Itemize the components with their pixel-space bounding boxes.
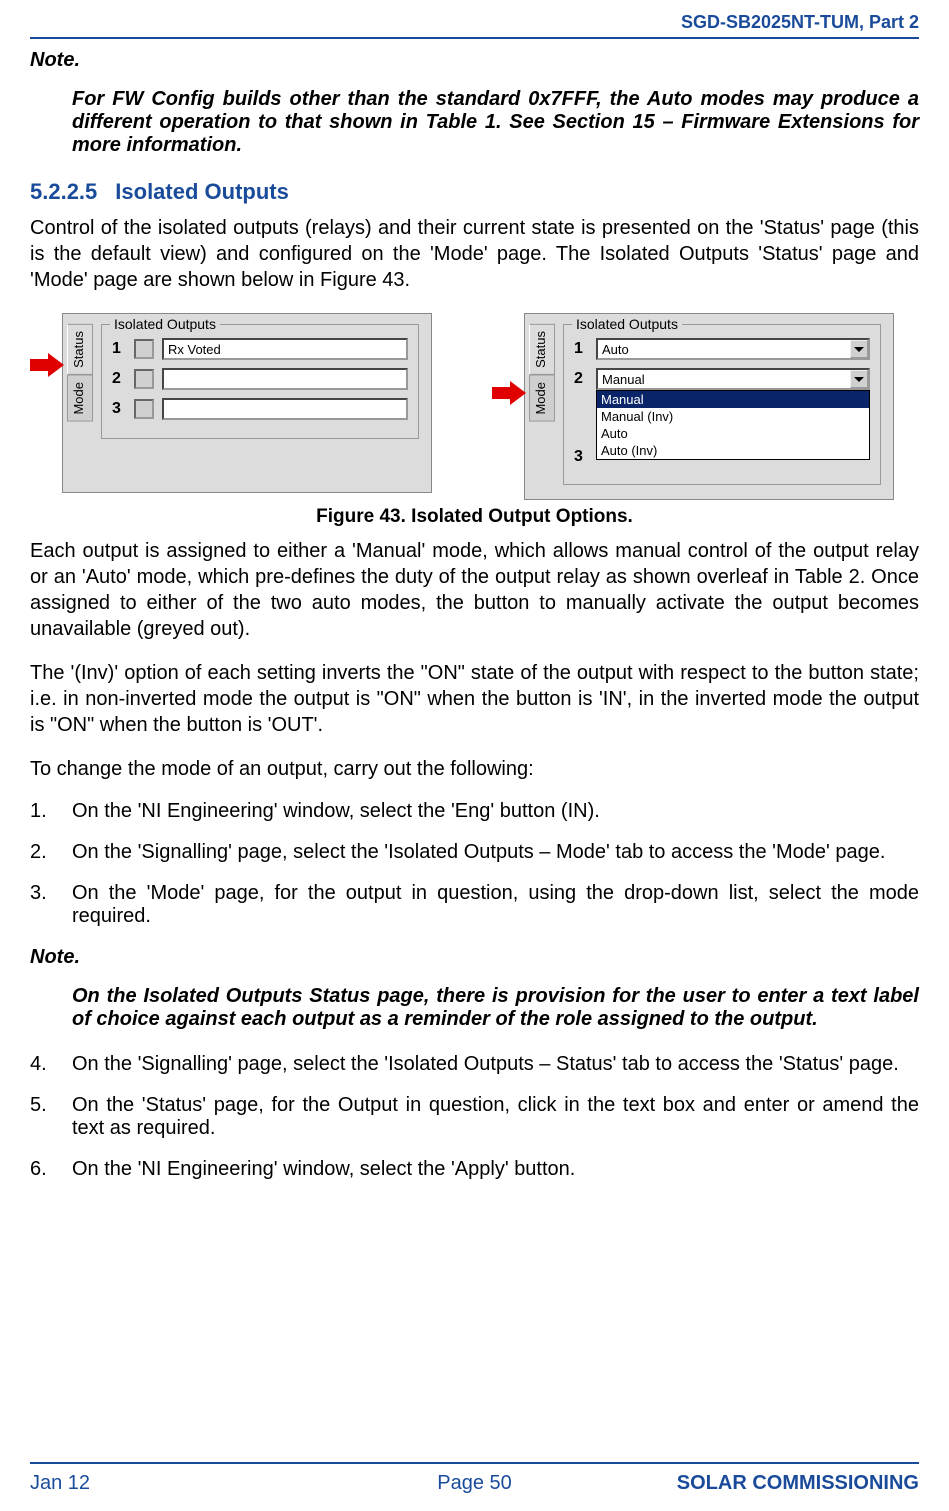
- dropdown-option-manual-inv[interactable]: Manual (Inv): [597, 408, 869, 425]
- step-number: 6.: [30, 1158, 72, 1181]
- dropdown-option-auto-inv[interactable]: Auto (Inv): [597, 442, 869, 459]
- chevron-down-icon: [850, 370, 868, 388]
- note-body-1: For FW Config builds other than the stan…: [72, 88, 919, 157]
- row-number: 1: [574, 340, 588, 358]
- output-toggle-2[interactable]: [134, 369, 154, 389]
- output-row-1: 1: [112, 338, 408, 360]
- mode-dropdown-2[interactable]: Manual Manual Manual (Inv) Auto Auto (In…: [596, 368, 870, 390]
- step-text: On the 'NI Engineering' window, select t…: [72, 800, 919, 823]
- group-title: Isolated Outputs: [572, 316, 682, 332]
- panel-tabs: Status Mode: [529, 324, 555, 421]
- dropdown-option-manual[interactable]: Manual: [597, 391, 869, 408]
- output-row-2: 2: [112, 368, 408, 390]
- mode-panel-wrap: Status Mode Isolated Outputs 1 Auto 2: [492, 313, 894, 500]
- output-label-2[interactable]: [162, 368, 408, 390]
- page-footer: Jan 12 Page 50 SOLAR COMMISSIONING: [30, 1462, 919, 1495]
- output-row-3: 3: [112, 398, 408, 420]
- mode-panel: Status Mode Isolated Outputs 1 Auto 2: [524, 313, 894, 500]
- note-body-2: On the Isolated Outputs Status page, the…: [72, 985, 919, 1031]
- step-5: 5. On the 'Status' page, for the Output …: [30, 1094, 919, 1140]
- step-6: 6. On the 'NI Engineering' window, selec…: [30, 1158, 919, 1181]
- figure-43: Status Mode Isolated Outputs 1 2: [30, 313, 919, 500]
- paragraph-3: To change the mode of an output, carry o…: [30, 756, 919, 782]
- row-number: 2: [112, 370, 126, 388]
- tab-status[interactable]: Status: [529, 324, 555, 375]
- mode-dropdown-1[interactable]: Auto: [596, 338, 870, 360]
- output-toggle-3[interactable]: [134, 399, 154, 419]
- tab-status[interactable]: Status: [67, 324, 93, 375]
- paragraph-2: The '(Inv)' option of each setting inver…: [30, 660, 919, 738]
- step-text: On the 'Signalling' page, select the 'Is…: [72, 1053, 919, 1076]
- tab-mode[interactable]: Mode: [67, 375, 93, 422]
- dropdown-list: Manual Manual (Inv) Auto Auto (Inv): [596, 390, 870, 460]
- section-title: Isolated Outputs: [115, 179, 289, 204]
- output-label-1[interactable]: [162, 338, 408, 360]
- status-panel: Status Mode Isolated Outputs 1 2: [62, 313, 432, 493]
- step-text: On the 'NI Engineering' window, select t…: [72, 1158, 919, 1181]
- section-heading: 5.2.2.5 Isolated Outputs: [30, 179, 919, 205]
- chevron-down-icon: [850, 340, 868, 358]
- panel-tabs: Status Mode: [67, 324, 93, 421]
- page-header: SGD-SB2025NT-TUM, Part 2: [30, 12, 919, 39]
- arrow-icon: [492, 383, 526, 403]
- dropdown-value: Manual: [602, 372, 645, 387]
- tab-mode[interactable]: Mode: [529, 375, 555, 422]
- step-number: 4.: [30, 1053, 72, 1076]
- row-number: 3: [112, 400, 126, 418]
- paragraph-1: Each output is assigned to either a 'Man…: [30, 538, 919, 642]
- row-number: 2: [574, 370, 588, 388]
- isolated-outputs-group: Isolated Outputs 1 Auto 2 Manual: [563, 324, 881, 485]
- arrow-icon: [30, 355, 64, 375]
- output-label-3[interactable]: [162, 398, 408, 420]
- step-2: 2. On the 'Signalling' page, select the …: [30, 841, 919, 864]
- row-number: 1: [112, 340, 126, 358]
- step-1: 1. On the 'NI Engineering' window, selec…: [30, 800, 919, 823]
- output-toggle-1[interactable]: [134, 339, 154, 359]
- isolated-outputs-group: Isolated Outputs 1 2 3: [101, 324, 419, 439]
- mode-row-2: 2 Manual Manual Manual (Inv) Auto Auto (…: [574, 368, 870, 390]
- figure-caption: Figure 43. Isolated Output Options.: [30, 506, 919, 528]
- step-number: 1.: [30, 800, 72, 823]
- row-number: 3: [574, 448, 588, 466]
- step-number: 5.: [30, 1094, 72, 1140]
- dropdown-value: Auto: [602, 342, 629, 357]
- status-panel-wrap: Status Mode Isolated Outputs 1 2: [30, 313, 432, 493]
- step-text: On the 'Signalling' page, select the 'Is…: [72, 841, 919, 864]
- step-4: 4. On the 'Signalling' page, select the …: [30, 1053, 919, 1076]
- dropdown-option-auto[interactable]: Auto: [597, 425, 869, 442]
- step-text: On the 'Status' page, for the Output in …: [72, 1094, 919, 1140]
- step-3: 3. On the 'Mode' page, for the output in…: [30, 882, 919, 928]
- document-id: SGD-SB2025NT-TUM, Part 2: [681, 12, 919, 32]
- section-intro: Control of the isolated outputs (relays)…: [30, 215, 919, 293]
- note-label-2: Note.: [30, 946, 919, 969]
- footer-title: SOLAR COMMISSIONING: [677, 1472, 919, 1495]
- step-number: 2.: [30, 841, 72, 864]
- step-text: On the 'Mode' page, for the output in qu…: [72, 882, 919, 928]
- section-number: 5.2.2.5: [30, 179, 97, 204]
- step-number: 3.: [30, 882, 72, 928]
- mode-row-1: 1 Auto: [574, 338, 870, 360]
- group-title: Isolated Outputs: [110, 316, 220, 332]
- note-label-1: Note.: [30, 49, 919, 72]
